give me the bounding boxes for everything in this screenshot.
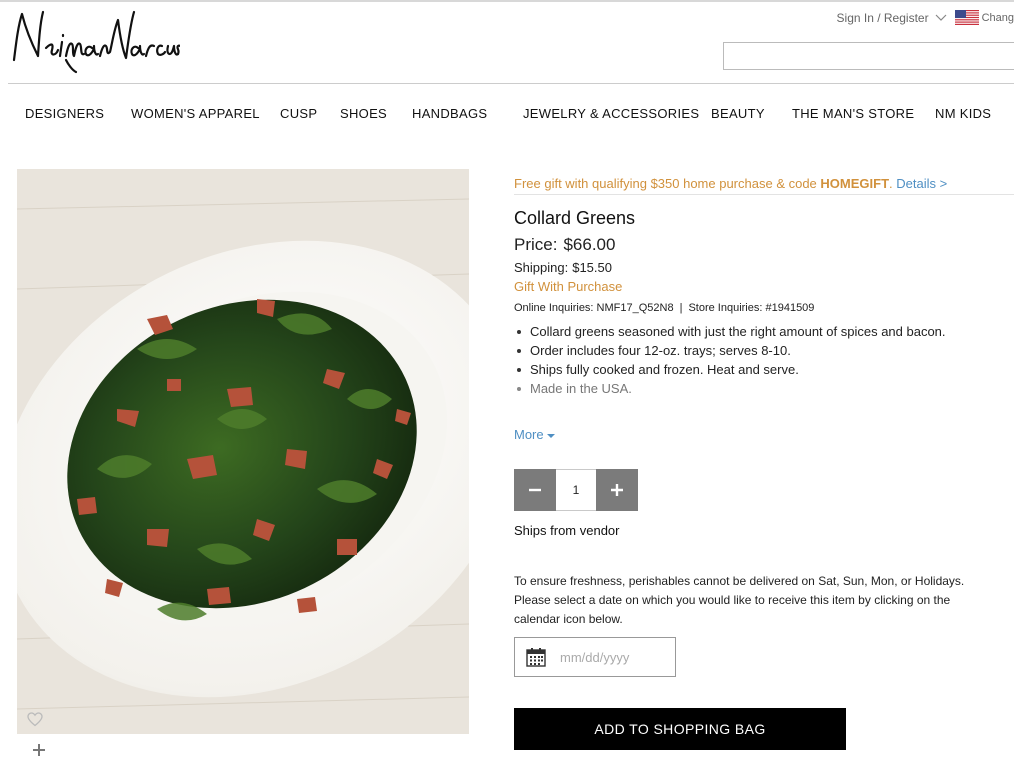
main-nav: DESIGNERS WOMEN'S APPAREL CUSP SHOES HAN… [0,106,1014,124]
product-image[interactable] [17,169,469,734]
inquiry-codes: Online Inquiries: NMF17_Q52N8 | Store Inqu… [514,302,814,314]
gift-with-purchase-link[interactable]: Gift With Purchase [514,279,622,294]
more-label: More [514,427,544,442]
nav-item-jewelry-accessories[interactable]: JEWELRY & ACCESSORIES [523,106,699,121]
decrease-quantity-button[interactable] [514,469,556,511]
calendar-icon[interactable] [526,647,546,667]
nav-item-cusp[interactable]: CUSP [280,106,317,121]
delivery-notice: To ensure freshness, perishables cannot … [514,574,965,626]
minus-icon [529,488,541,492]
collard-greens-photo [17,169,469,734]
promo-details-link[interactable]: Details > [896,176,947,191]
price-value: $66.00 [563,235,616,254]
quantity-value[interactable]: 1 [556,469,596,511]
us-flag-icon[interactable] [954,10,979,25]
product-title: Collard Greens [514,208,636,228]
shipping-value: $15.50 [572,260,612,275]
product-price: Price: $66.00 [514,235,615,255]
neiman-marcus-logo[interactable] [8,4,182,74]
country-change-link[interactable]: Chang [982,12,1014,24]
shipping-cost: Shipping: $15.50 [514,260,612,275]
heart-icon[interactable] [27,712,43,727]
sign-in-register-link[interactable]: Sign In / Register [837,11,929,25]
search-input[interactable] [723,42,1014,70]
nav-item-womens-apparel[interactable]: WOMEN'S APPAREL [131,106,260,121]
nav-item-shoes[interactable]: SHOES [340,106,387,121]
nav-item-nm-kids[interactable]: NM KIDS [935,106,991,121]
nav-item-mans-store[interactable]: THE MAN'S STORE [792,106,914,121]
description-item: Ships fully cooked and frozen. Heat and … [514,361,946,380]
delivery-date-field[interactable] [514,637,676,677]
nav-item-designers[interactable]: DESIGNERS [25,106,104,121]
plus-icon[interactable] [32,743,46,757]
account-bar: Sign In / Register Chang [837,10,1014,25]
description-item: Collard greens seasoned with just the ri… [514,323,946,342]
more-toggle[interactable]: More [514,427,555,442]
promo-banner: Free gift with qualifying $350 home purc… [514,176,1014,195]
product-description: Collard greens seasoned with just the ri… [514,323,946,399]
increase-quantity-button[interactable] [596,469,638,511]
online-inquiries: Online Inquiries: NMF17_Q52N8 [514,302,674,314]
promo-code: HOMEGIFT [820,176,890,191]
date-input[interactable] [560,649,670,665]
logo-script [12,10,182,74]
nav-item-beauty[interactable]: BEAUTY [711,106,765,121]
description-item: Made in the USA. [514,380,946,399]
separator: | [679,302,683,314]
caret-down-icon [546,433,555,438]
quantity-stepper: 1 [514,469,638,511]
nav-item-handbags[interactable]: HANDBAGS [412,106,487,121]
price-label: Price: [514,235,558,254]
nav-divider [8,83,1014,84]
chevron-down-icon[interactable] [935,14,947,22]
promo-suffix: . [889,176,893,191]
description-item: Order includes four 12-oz. trays; serves… [514,342,946,361]
shipping-label: Shipping: [514,260,569,275]
store-inquiries: Store Inquiries: #1941509 [688,302,815,314]
add-to-shopping-bag-button[interactable]: ADD TO SHOPPING BAG [514,708,846,750]
top-rule [0,0,1014,2]
promo-text: Free gift with qualifying $350 home purc… [514,176,821,191]
plus-icon [611,484,623,496]
ships-from-vendor: Ships from vendor [514,523,620,538]
